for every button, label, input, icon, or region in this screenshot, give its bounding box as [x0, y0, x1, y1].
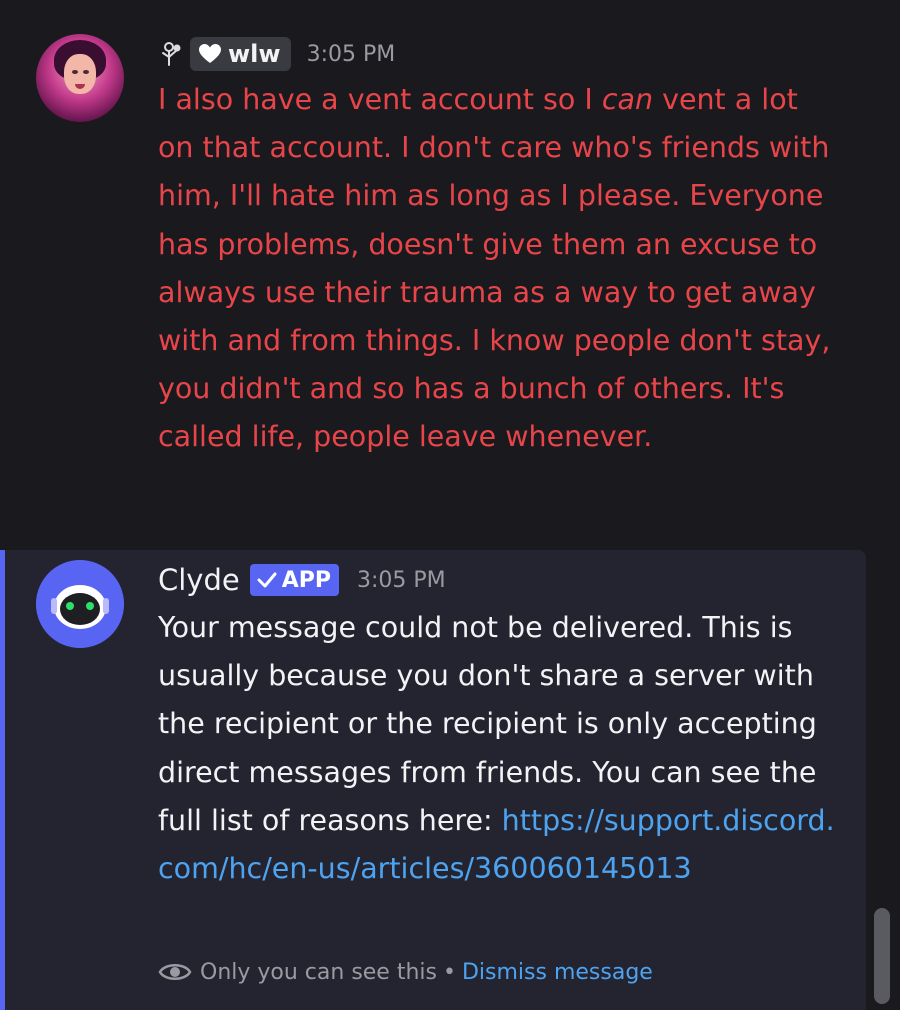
clyde-avatar[interactable]: [36, 560, 124, 648]
message-wlw[interactable]: wlw 3:05 PM I also have a vent account s…: [0, 0, 900, 540]
ephemeral-note: Only you can see this: [200, 959, 437, 985]
message-text: Your message could not be delivered. Thi…: [158, 611, 835, 886]
chat-screen: wlw 3:05 PM I also have a vent account s…: [0, 0, 900, 1010]
avatar[interactable]: [36, 34, 124, 122]
eye-icon: [158, 964, 192, 980]
ephemeral-footer: Only you can see this • Dismiss message: [158, 954, 653, 990]
separator: •: [442, 959, 456, 985]
username-badge[interactable]: wlw: [190, 37, 291, 71]
message-header: Clyde APP 3:05 PM: [158, 558, 446, 602]
message-text: I also have a vent account so I can vent…: [158, 83, 831, 454]
dismiss-message-link[interactable]: Dismiss message: [462, 960, 653, 985]
app-tag: APP: [249, 564, 339, 596]
timestamp: 3:05 PM: [357, 567, 446, 593]
author-name[interactable]: Clyde: [158, 563, 240, 597]
message-header: wlw 3:05 PM: [160, 36, 395, 72]
scrollbar[interactable]: [874, 908, 890, 1004]
heart-icon: [199, 44, 221, 63]
timestamp: 3:05 PM: [306, 41, 396, 67]
ephemeral-accent-bar: [0, 550, 5, 1010]
username: wlw: [228, 40, 281, 68]
checkmark-icon: [257, 572, 277, 588]
flower-person-icon[interactable]: [160, 41, 182, 67]
message-clyde[interactable]: Clyde APP 3:05 PM Your message could not…: [0, 550, 866, 1010]
